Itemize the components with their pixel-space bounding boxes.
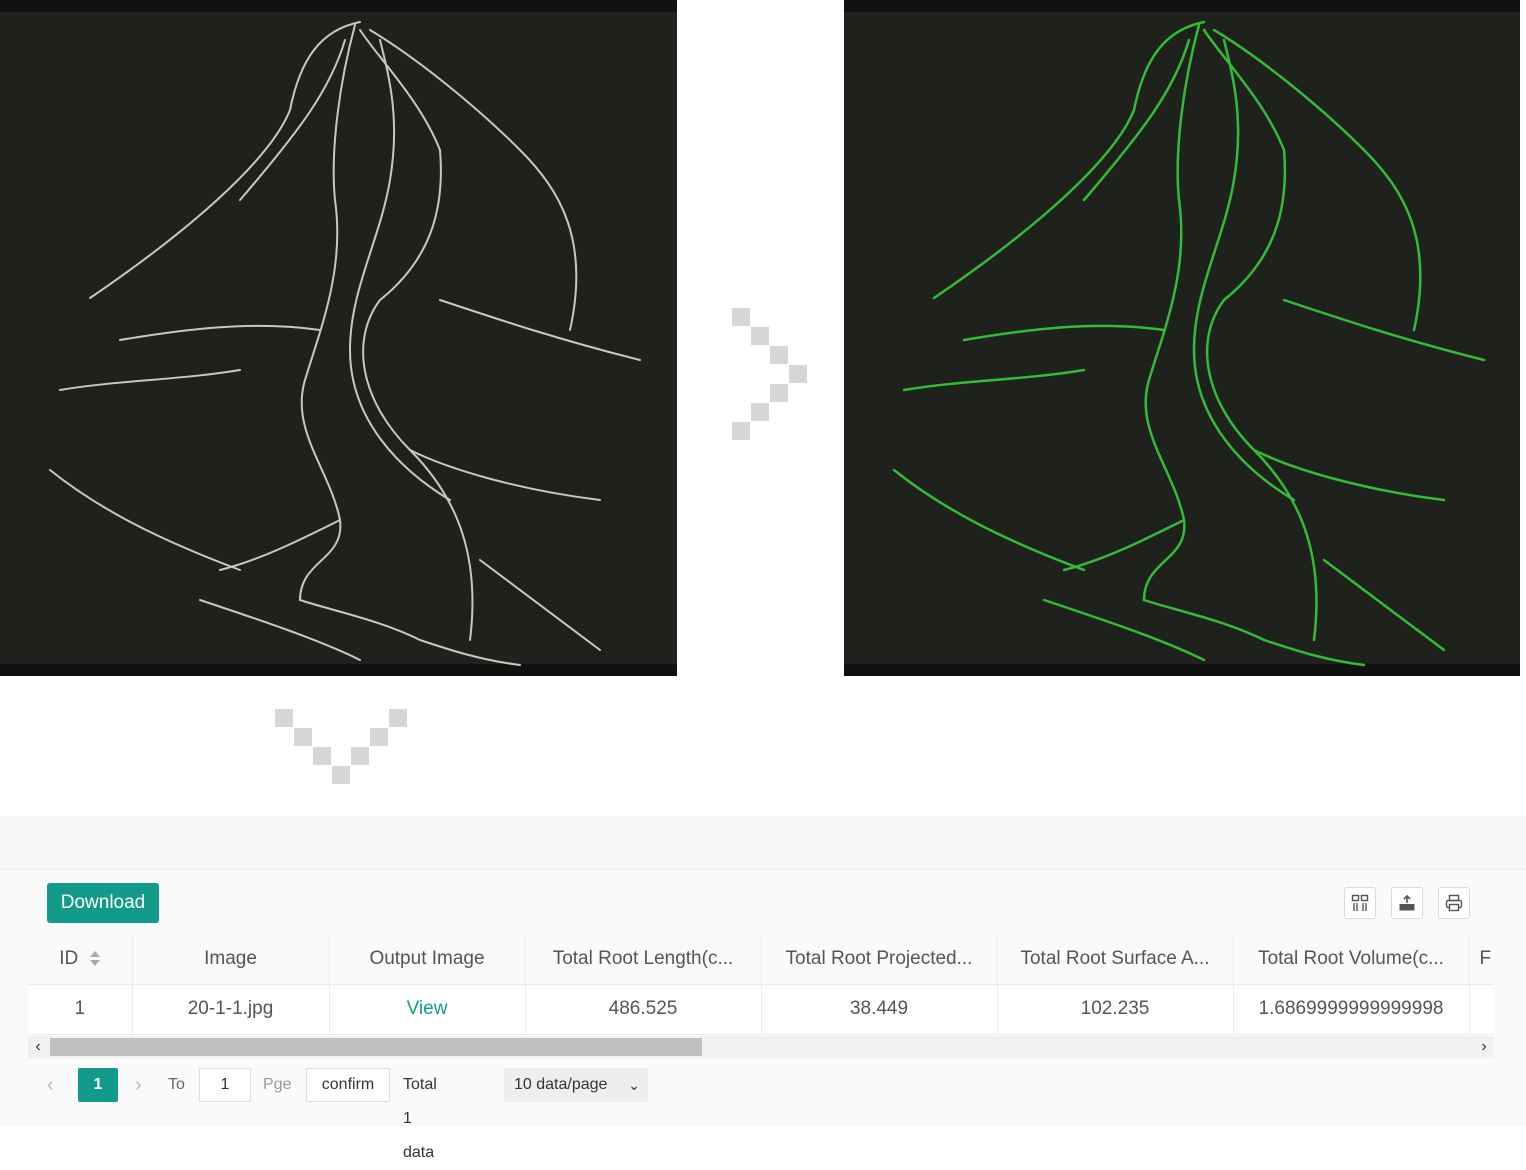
- cell-output-image: View: [329, 984, 526, 1035]
- cell-image: 20-1-1.jpg: [132, 984, 330, 1035]
- chevron-down-icon: ⌄: [628, 1077, 640, 1093]
- horizontal-scrollbar[interactable]: ‹ ›: [28, 1036, 1494, 1058]
- arrow-right-icon: [732, 308, 808, 440]
- root-scan-input: [0, 0, 677, 676]
- column-header-output-image: Output Image: [329, 934, 526, 985]
- view-link[interactable]: View: [407, 998, 448, 1019]
- table-header-row: ID Image Output Image Total Root Length(…: [28, 934, 1494, 985]
- output-image: [844, 0, 1520, 676]
- cell-id: 1: [28, 984, 133, 1035]
- export-icon: [1399, 894, 1415, 911]
- next-page-icon[interactable]: ›: [135, 1068, 151, 1102]
- page-number-current[interactable]: 1: [78, 1068, 118, 1102]
- goto-page-input[interactable]: 1: [199, 1068, 251, 1102]
- print-icon: [1445, 894, 1463, 912]
- scroll-thumb[interactable]: [50, 1038, 702, 1056]
- cell-total-root-surface: 102.235: [997, 984, 1234, 1035]
- total-count: Total 1 data: [403, 1076, 437, 1161]
- column-header-image: Image: [132, 934, 330, 985]
- column-header-total-root-length: Total Root Length(c...: [525, 934, 762, 985]
- results-table: ID Image Output Image Total Root Length(…: [28, 934, 1494, 1058]
- download-button[interactable]: Download: [47, 883, 159, 923]
- page-size-select[interactable]: 10 data/page ⌄: [504, 1068, 648, 1102]
- prev-page-icon[interactable]: ‹: [47, 1068, 63, 1102]
- scroll-right-icon[interactable]: ›: [1474, 1036, 1494, 1058]
- columns-icon: [1351, 894, 1369, 911]
- goto-suffix: Pge: [263, 1076, 292, 1093]
- column-header-total-root-surface: Total Root Surface A...: [997, 934, 1234, 985]
- sort-icon[interactable]: [90, 950, 101, 967]
- column-header-total-root-projected: Total Root Projected...: [761, 934, 998, 985]
- scroll-left-icon[interactable]: ‹: [28, 1036, 48, 1058]
- results-card: Download ID Image Output Image Total Roo…: [0, 869, 1526, 1161]
- column-header-total-root-volume: Total Root Volume(c...: [1233, 934, 1470, 985]
- cell-total-root-volume: 1.6869999999999998: [1233, 984, 1470, 1035]
- goto-label: To: [168, 1076, 185, 1093]
- column-header-truncated: F: [1469, 934, 1494, 985]
- input-image: [0, 0, 677, 676]
- cell-truncated: [1469, 984, 1494, 1035]
- column-header-id[interactable]: ID: [28, 934, 133, 985]
- print-button[interactable]: [1438, 887, 1470, 919]
- cell-total-root-projected: 38.449: [761, 984, 998, 1035]
- results-section: Download ID Image Output Image Total Roo…: [0, 816, 1526, 1161]
- root-scan-output: [844, 0, 1520, 676]
- confirm-button[interactable]: confirm: [306, 1068, 390, 1102]
- export-button[interactable]: [1391, 887, 1423, 919]
- table-row: 1 20-1-1.jpg View 486.525 38.449 102.235…: [28, 984, 1494, 1035]
- columns-button[interactable]: [1344, 887, 1376, 919]
- arrow-down-icon: [275, 709, 408, 785]
- cell-total-root-length: 486.525: [525, 984, 762, 1035]
